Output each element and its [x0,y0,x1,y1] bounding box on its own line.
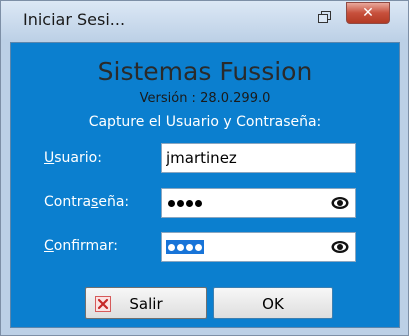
eye-icon[interactable] [331,196,349,210]
login-window: Iniciar Sesi... ✕ Sistemas Fussion Versi… [0,0,409,336]
confirmar-label: Confirmar: [44,238,118,254]
login-panel: Sistemas Fussion Versión : 28.0.299.0 Ca… [10,42,400,328]
version-label: Versión : 28.0.299.0 [139,91,271,106]
contrasena-field[interactable] [161,188,356,218]
usuario-field[interactable] [161,143,356,173]
usuario-input[interactable] [166,149,316,167]
confirmar-field[interactable] [161,232,356,262]
instruction-label: Capture el Usuario y Contraseña: [88,114,322,130]
salir-button[interactable]: Salir [85,287,207,319]
eye-icon[interactable] [331,240,349,254]
confirm-password-mask-selected [166,240,204,254]
contrasena-label: Contraseña: [44,194,130,210]
ok-button[interactable]: OK [213,287,333,319]
app-title: Sistemas Fussion [97,57,313,86]
usuario-label: Usuario: [44,150,102,166]
ok-label: OK [262,295,284,313]
password-mask [168,196,202,210]
title-bar[interactable]: Iniciar Sesi... ✕ [1,1,408,39]
salir-label: Salir [129,295,163,313]
window-title: Iniciar Sesi... [23,10,126,29]
restore-icon[interactable] [310,6,336,28]
close-icon[interactable]: ✕ [346,2,390,24]
